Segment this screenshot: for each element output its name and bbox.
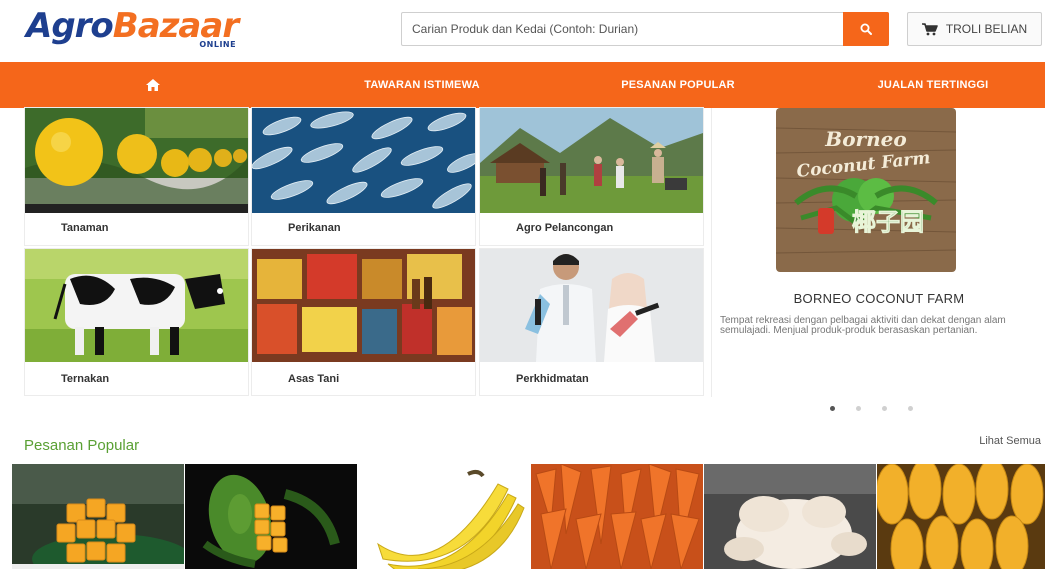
logo-agro-text: Agro [26,6,114,46]
fish-photo [252,108,475,213]
chicken-photo [704,464,876,569]
cart-icon [921,22,938,35]
search-button[interactable] [843,12,889,46]
service-photo [480,249,703,362]
category-perkhidmatan[interactable]: Perkhidmatan [480,249,703,395]
product-card[interactable] [185,464,357,569]
cart-button[interactable]: TROLI BELIAN [907,12,1042,46]
category-label: Perikanan [288,222,341,234]
agrobazaar-logo[interactable]: AgroBazaar ONLINE [26,6,239,50]
product-card[interactable] [358,464,530,569]
category-agro-pelancongan[interactable]: Agro Pelancongan [480,108,703,245]
product-card[interactable] [12,464,184,569]
nav-pesanan-popular[interactable]: PESANAN POPULAR [590,62,766,108]
nav-tawaran-istimewa[interactable]: TAWARAN ISTIMEWA [334,62,510,108]
category-perikanan[interactable]: Perikanan [252,108,475,245]
category-label: Asas Tani [288,373,340,385]
category-label: Perkhidmatan [516,373,589,385]
search-input[interactable] [402,13,846,45]
product-card[interactable] [877,464,1045,569]
carousel-dot[interactable] [908,406,913,411]
product-card[interactable] [531,464,703,569]
carrot-photo [531,464,703,569]
carousel-dot[interactable] [856,406,861,411]
see-all-link[interactable]: Lihat Semua [979,435,1041,447]
cow-photo [25,249,248,362]
nav-home[interactable] [98,62,208,108]
category-asas-tani[interactable]: Asas Tani [252,249,475,395]
products-photo [252,249,475,362]
header: AgroBazaar ONLINE TROLI BELIAN [0,0,1045,62]
logo-online-text: ONLINE [199,40,237,49]
banana-photo [358,464,530,569]
popular-section-title: Pesanan Popular [24,437,140,454]
featured-shop[interactable]: Borneo Coconut Farm 椰子园 BORNEO COCONUT F… [711,108,1045,397]
logo-text-borneo: Borneo [824,127,906,151]
search-icon [860,23,872,35]
shop-logo: Borneo Coconut Farm 椰子园 [776,108,956,272]
carousel-dots [830,406,913,411]
search-bar [401,12,889,46]
shop-name: BORNEO COCONUT FARM [793,291,965,306]
category-label: Agro Pelancongan [516,222,614,234]
category-tanaman[interactable]: Tanaman [25,108,248,245]
mango-cut-photo [12,464,184,569]
logo-text-chinese: 椰子园 [852,208,924,236]
home-icon [146,79,160,91]
nav-jualan-tertinggi[interactable]: JUALAN TERTINGGI [845,62,1021,108]
mango-yellow-photo [877,464,1045,569]
mango-green-photo [185,464,357,569]
main-nav: TAWARAN ISTIMEWA PESANAN POPULAR JUALAN … [0,62,1045,108]
cart-label: TROLI BELIAN [945,22,1028,36]
carousel-dot[interactable] [830,406,835,411]
melon-photo [25,108,248,213]
shop-description: Tempat rekreasi dengan pelbagai aktiviti… [720,315,1006,336]
category-label: Tanaman [61,222,109,234]
product-card[interactable] [704,464,876,569]
category-label: Ternakan [61,373,110,385]
village-photo [480,108,703,213]
carousel-dot[interactable] [882,406,887,411]
category-ternakan[interactable]: Ternakan [25,249,248,395]
